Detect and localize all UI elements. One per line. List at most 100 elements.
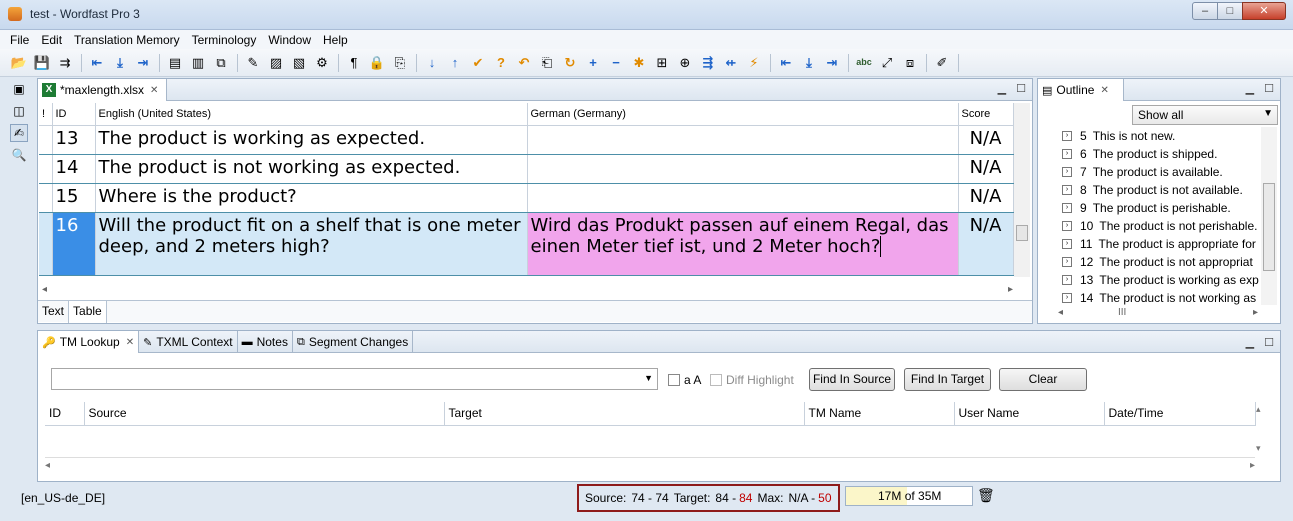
end-icon[interactable]: ⇥ — [823, 54, 841, 72]
minimize-panel-icon[interactable]: ▁ — [1246, 336, 1254, 349]
checkbox-box[interactable] — [668, 374, 680, 386]
scroll-up-icon[interactable]: ▴ — [1256, 404, 1261, 415]
expand-icon[interactable]: ⤢ — [878, 54, 896, 72]
outline-item[interactable]: › 13 The product is working as exp — [1062, 271, 1262, 289]
menu-window[interactable]: Window — [262, 30, 317, 49]
target-column-header[interactable]: German (Germany) — [527, 103, 959, 126]
checkbox-box[interactable] — [710, 374, 722, 386]
database-icon[interactable]: ◫ — [10, 102, 28, 120]
arrow-left-icon[interactable]: ⇤ — [88, 54, 106, 72]
segment-row[interactable]: 15 Where is the product? N/A — [39, 183, 1014, 213]
diff-highlight-checkbox[interactable]: Diff Highlight — [710, 373, 794, 387]
maximize-panel-icon[interactable]: ☐ — [1264, 336, 1274, 349]
scroll-right-icon[interactable]: ▸ — [1008, 284, 1013, 295]
menu-edit[interactable]: Edit — [35, 30, 68, 49]
outline-item[interactable]: › 11 The product is appropriate for — [1062, 235, 1262, 253]
outline-item[interactable]: › 9 The product is perishable. — [1062, 199, 1262, 217]
segment-source[interactable]: The product is working as expected. — [95, 125, 528, 155]
notes-edit-icon[interactable]: ✐ — [933, 54, 951, 72]
tab-outline[interactable]: ▤ Outline ✕ — [1038, 79, 1124, 101]
last-down-icon[interactable]: ⤓ — [800, 54, 818, 72]
tab-txml-context[interactable]: ✎ TXML Context — [139, 331, 238, 353]
asterisk-icon[interactable]: ✱ — [630, 54, 648, 72]
segment-source[interactable]: Will the product fit on a shelf that is … — [95, 212, 528, 276]
menu-terminology[interactable]: Terminology — [186, 30, 263, 49]
new-project-icon[interactable]: ▣ — [10, 80, 28, 98]
menu-help[interactable]: Help — [317, 30, 354, 49]
segment-source[interactable]: The product is not working as expected. — [95, 154, 528, 184]
tab-notes[interactable]: ▬ Notes — [238, 331, 293, 353]
minimize-button[interactable]: – — [1192, 2, 1218, 20]
editor-perspective-icon[interactable]: ✍ — [10, 124, 28, 142]
outline-vertical-scrollbar[interactable] — [1261, 127, 1277, 305]
scroll-left-icon[interactable]: ◂ — [45, 460, 50, 471]
tab-tm-lookup[interactable]: 🔑 TM Lookup ✕ — [38, 331, 140, 353]
tm-col-date-time[interactable]: Date/Time — [1104, 402, 1256, 426]
tm-col-user-name[interactable]: User Name — [954, 402, 1105, 426]
id-column-header[interactable]: ID — [52, 103, 96, 126]
segment-row[interactable]: 14 The product is not working as expecte… — [39, 154, 1014, 184]
maximize-panel-icon[interactable]: ☐ — [1016, 82, 1026, 95]
outline-item[interactable]: › 12 The product is not appropriat — [1062, 253, 1262, 271]
tm-col-target[interactable]: Target — [444, 402, 805, 426]
segment-target[interactable] — [527, 125, 959, 155]
scroll-right-icon[interactable]: ▸ — [1250, 460, 1255, 471]
tm-horizontal-scrollbar[interactable]: ◂ ▸ — [45, 460, 1255, 472]
bookmark-icon[interactable]: ⎘ — [391, 54, 409, 72]
preview-icon[interactable]: ⧈ — [901, 54, 919, 72]
close-tab-icon[interactable]: ✕ — [1100, 85, 1108, 96]
down-arrow-icon[interactable]: ↓ — [423, 54, 441, 72]
scroll-left-icon[interactable]: ◂ — [1058, 307, 1063, 318]
tm-col-source[interactable]: Source — [84, 402, 445, 426]
trash-icon[interactable]: 🗑 — [977, 487, 995, 504]
segment-row[interactable]: 13 The product is working as expected. N… — [39, 125, 1014, 155]
settings-gear-icon[interactable]: ⚙ — [313, 54, 331, 72]
find-in-source-button[interactable]: Find In Source — [809, 368, 895, 391]
open-icon[interactable]: 📂 — [10, 54, 28, 72]
save-icon[interactable]: 💾 — [33, 54, 51, 72]
up-arrow-icon[interactable]: ↑ — [446, 54, 464, 72]
scroll-thumb[interactable] — [1263, 183, 1275, 271]
arrow-down-icon[interactable]: ⤓ — [111, 54, 129, 72]
match-case-checkbox[interactable]: a A — [668, 373, 701, 387]
loop-icon[interactable]: ↻ — [561, 54, 579, 72]
copy-source-icon[interactable]: ⎗ — [538, 54, 556, 72]
flag-column-header[interactable]: ! — [39, 103, 53, 126]
maximize-button[interactable]: □ — [1217, 2, 1243, 20]
segment-target[interactable] — [527, 154, 959, 184]
package-add-icon[interactable]: ▧ — [290, 54, 308, 72]
close-tab-icon[interactable]: ✕ — [126, 337, 134, 348]
pilcrow-icon[interactable]: ¶ — [345, 54, 363, 72]
editor-vertical-scrollbar[interactable] — [1014, 103, 1030, 277]
tab-segment-changes[interactable]: ⧉ Segment Changes — [293, 331, 414, 353]
search-perspective-icon[interactable]: 🔍 — [10, 146, 28, 164]
source-column-header[interactable]: English (United States) — [95, 103, 528, 126]
question-icon[interactable]: ? — [492, 54, 510, 72]
outline-item[interactable]: › 8 The product is not available. — [1062, 181, 1262, 199]
document-icon[interactable]: ▤ — [166, 54, 184, 72]
tag-icon[interactable]: ⊞ — [653, 54, 671, 72]
tm-vertical-scrollbar[interactable]: ▴ ▾ — [1254, 402, 1268, 454]
tm-search-combo[interactable]: ▼ — [51, 368, 658, 390]
highlighter-icon[interactable]: ✎ — [244, 54, 262, 72]
outline-horizontal-scrollbar[interactable]: ◂ III ▸ — [1058, 307, 1258, 321]
tab-table-view[interactable]: Table — [69, 301, 107, 323]
tag-add-icon[interactable]: ⊕ — [676, 54, 694, 72]
first-icon[interactable]: ⇤ — [777, 54, 795, 72]
undo-icon[interactable]: ↶ — [515, 54, 533, 72]
outline-item[interactable]: › 14 The product is not working as — [1062, 289, 1262, 307]
tm-col-tm-name[interactable]: TM Name — [804, 402, 955, 426]
chevron-down-icon[interactable]: ▼ — [644, 373, 653, 383]
layout-icon[interactable]: ⧉ — [212, 54, 230, 72]
tm-col-id[interactable]: ID — [45, 402, 85, 426]
lightning-icon[interactable]: ⚡ — [745, 54, 763, 72]
outline-filter-select[interactable]: Show all ▼ — [1132, 105, 1278, 125]
arrow-right-icon[interactable]: ⇥ — [134, 54, 152, 72]
menu-translation-memory[interactable]: Translation Memory — [68, 30, 186, 49]
tab-maxlength-xlsx[interactable]: X *maxlength.xlsx ✕ — [38, 79, 168, 101]
outline-item[interactable]: › 10 The product is not perishable. — [1062, 217, 1262, 235]
package-icon[interactable]: ▨ — [267, 54, 285, 72]
minus-icon[interactable]: − — [607, 54, 625, 72]
commit-icon[interactable]: ✔ — [469, 54, 487, 72]
score-column-header[interactable]: Score — [958, 103, 1014, 126]
